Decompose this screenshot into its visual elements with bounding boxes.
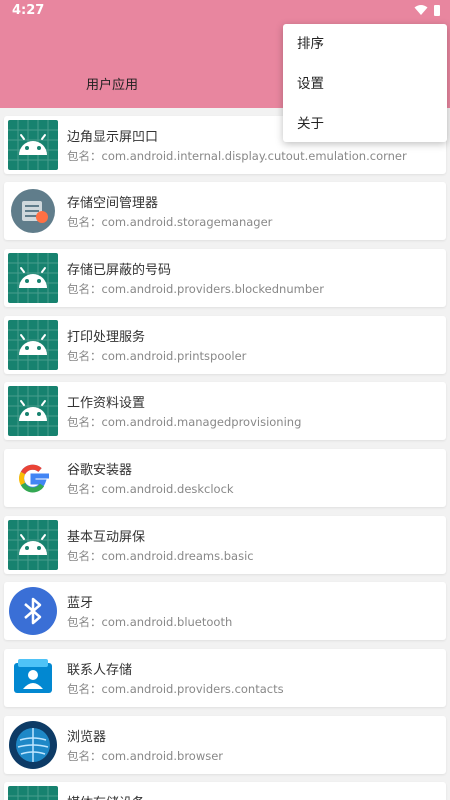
- android-icon: [8, 253, 58, 303]
- browser-icon: [8, 720, 58, 770]
- storage-manager-icon: [8, 186, 58, 236]
- tab-user-apps[interactable]: 用户应用: [60, 74, 164, 93]
- google-icon: [8, 453, 58, 503]
- app-package: 包名：com.android.providers.contacts: [67, 682, 284, 696]
- android-icon: [8, 120, 58, 170]
- app-name: 媒体存储设备: [67, 792, 145, 800]
- app-card[interactable]: 打印处理服务 包名：com.android.printspooler: [4, 316, 446, 374]
- android-icon: [8, 320, 58, 370]
- overflow-menu: 排序 设置 关于: [283, 24, 447, 142]
- app-package: 包名：com.android.managedprovisioning: [67, 415, 302, 429]
- app-card[interactable]: 谷歌安装器 包名：com.android.deskclock: [4, 449, 446, 507]
- android-icon: [8, 786, 58, 800]
- app-name: 联系人存储: [67, 663, 133, 678]
- menu-item-about[interactable]: 关于: [283, 104, 447, 144]
- android-icon: [8, 520, 58, 570]
- app-package: 包名：com.android.storagemanager: [67, 215, 273, 229]
- app-name: 存储已屏蔽的号码: [67, 263, 172, 278]
- app-card[interactable]: 浏览器 包名：com.android.browser: [4, 716, 446, 774]
- app-package: 包名：com.android.dreams.basic: [67, 549, 254, 563]
- wifi-icon: [414, 5, 428, 15]
- android-icon: [8, 386, 58, 436]
- status-icons: [414, 4, 440, 16]
- app-name: 浏览器: [67, 730, 107, 745]
- status-bar: 4:27: [0, 0, 450, 22]
- app-name: 打印处理服务: [67, 330, 146, 345]
- app-package: 包名：com.android.providers.blockednumber: [67, 282, 324, 296]
- app-name: 蓝牙: [67, 596, 94, 611]
- app-package: 包名：com.android.deskclock: [67, 482, 234, 496]
- app-name: 工作资料设置: [67, 396, 146, 411]
- app-package: 包名：com.android.browser: [67, 749, 224, 763]
- app-card[interactable]: 基本互动屏保 包名：com.android.dreams.basic: [4, 516, 446, 574]
- app-card[interactable]: 联系人存储 包名：com.android.providers.contacts: [4, 649, 446, 707]
- status-time: 4:27: [12, 3, 45, 18]
- bluetooth-icon: [8, 586, 58, 636]
- app-package: 包名：com.android.internal.display.cutout.e…: [67, 149, 407, 163]
- app-name: 基本互动屏保: [67, 530, 146, 545]
- app-name: 存储空间管理器: [67, 196, 159, 211]
- menu-item-sort[interactable]: 排序: [283, 24, 447, 64]
- app-card[interactable]: 存储已屏蔽的号码 包名：com.android.providers.blocke…: [4, 249, 446, 307]
- menu-item-settings[interactable]: 设置: [283, 64, 447, 104]
- app-card[interactable]: 媒体存储设备: [4, 782, 446, 800]
- app-card[interactable]: 工作资料设置 包名：com.android.managedprovisionin…: [4, 382, 446, 440]
- app-card[interactable]: 蓝牙 包名：com.android.bluetooth: [4, 582, 446, 640]
- app-card[interactable]: 存储空间管理器 包名：com.android.storagemanager: [4, 182, 446, 240]
- app-name: 边角显示屏凹口: [67, 130, 159, 145]
- app-package: 包名：com.android.printspooler: [67, 349, 247, 363]
- battery-icon: [434, 4, 440, 16]
- contacts-icon: [8, 653, 58, 703]
- app-name: 谷歌安装器: [67, 463, 133, 478]
- app-package: 包名：com.android.bluetooth: [67, 615, 233, 629]
- app-list[interactable]: 边角显示屏凹口 包名：com.android.internal.display.…: [0, 108, 450, 800]
